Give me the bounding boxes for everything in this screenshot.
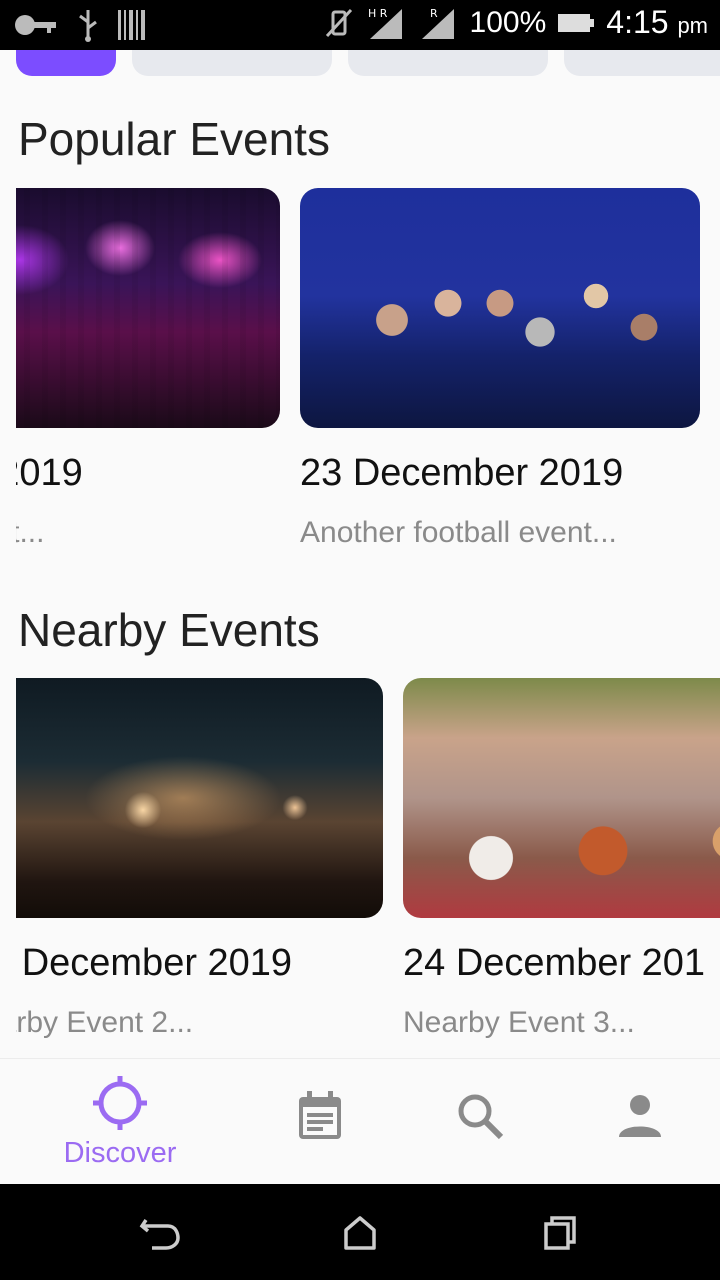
event-description: earby Event 2... [16, 1006, 194, 1039]
nav-item-profile[interactable] [550, 1059, 720, 1185]
home-icon[interactable] [338, 1212, 382, 1252]
nav-item-calendar[interactable] [230, 1059, 410, 1185]
event-card[interactable]: 24 December 201 Nearby Event 3... [403, 678, 720, 1058]
nearby-events-title: Nearby Events [18, 604, 320, 656]
event-description: Another football event... [300, 516, 617, 549]
event-date: 23 December 2019 [300, 452, 624, 494]
discover-crosshair-icon [93, 1076, 147, 1130]
clock: 4:15 pm [606, 4, 708, 41]
category-chip-row [0, 50, 720, 78]
event-photo [403, 678, 720, 918]
event-description: Nearby Event 3... [403, 1006, 635, 1039]
nearby-events-carousel[interactable]: 3 December 2019 earby Event 2... 24 Dece… [16, 678, 720, 1058]
barcode-icon [118, 10, 145, 40]
svg-text:H R: H R [368, 7, 388, 20]
svg-text:R: R [430, 7, 438, 20]
event-photo [16, 678, 383, 918]
search-icon [458, 1094, 504, 1140]
battery-icon [558, 13, 595, 32]
category-chip[interactable] [132, 50, 332, 76]
popular-events-carousel[interactable]: ember 2019 otball event... 23 December 2… [16, 188, 720, 568]
back-icon[interactable] [138, 1212, 182, 1252]
status-bar: H R R 100% 4:15 pm [0, 0, 720, 50]
event-card[interactable]: 3 December 2019 earby Event 2... [16, 678, 383, 1058]
event-photo [300, 188, 700, 428]
bottom-navigation: Discover [0, 1058, 720, 1185]
event-card[interactable]: ember 2019 otball event... [16, 188, 280, 568]
popular-events-title: Popular Events [18, 113, 330, 165]
clock-time: 4:15 [606, 4, 669, 40]
profile-icon [619, 1095, 661, 1137]
category-chip[interactable] [348, 50, 548, 76]
nav-label-discover: Discover [63, 1137, 177, 1169]
event-card[interactable]: 23 December 2019 Another football event.… [300, 188, 700, 568]
category-chip-active[interactable] [16, 50, 116, 76]
category-chip[interactable] [564, 50, 720, 76]
usb-icon [79, 10, 97, 42]
event-date: 3 December 2019 [16, 942, 293, 984]
signal-r-icon: R [421, 7, 454, 39]
system-navigation-bar [0, 1184, 720, 1280]
nav-item-discover[interactable]: Discover [30, 1059, 210, 1185]
clock-suffix: pm [677, 13, 708, 38]
mute-vibrate-icon [325, 8, 352, 37]
event-date: 24 December 201 [403, 942, 706, 984]
event-description: otball event... [16, 516, 45, 549]
event-photo [16, 188, 280, 428]
nav-item-search[interactable] [390, 1059, 570, 1185]
signal-hr-icon: H R [368, 7, 402, 39]
battery-percent: 100% [469, 5, 547, 39]
recents-icon[interactable] [538, 1212, 582, 1252]
key-icon [15, 15, 56, 35]
calendar-icon [299, 1091, 341, 1139]
event-date: ember 2019 [16, 452, 83, 494]
